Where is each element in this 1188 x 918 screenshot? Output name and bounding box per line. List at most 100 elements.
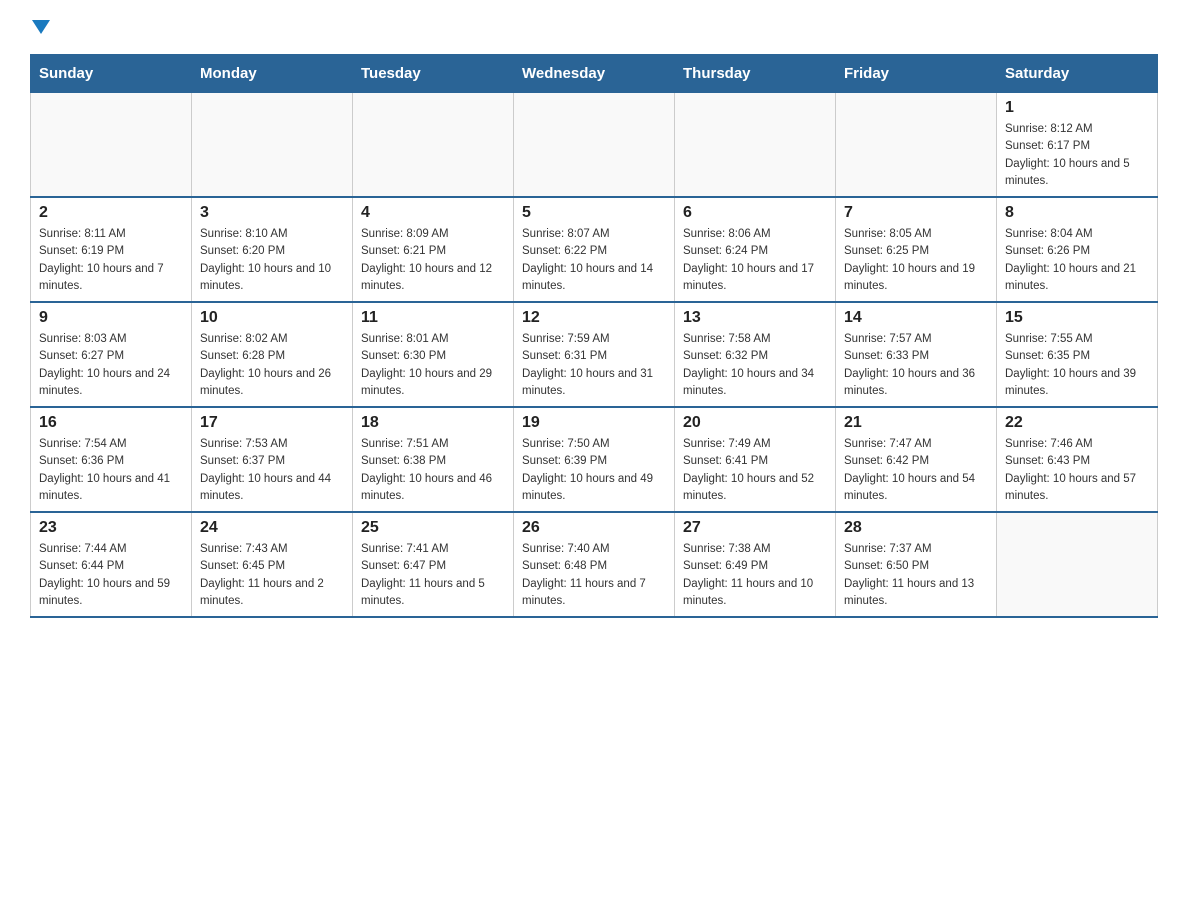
day-cell: 14 Sunrise: 7:57 AM Sunset: 6:33 PM Dayli… <box>836 302 997 407</box>
day-info: Sunrise: 7:49 AM Sunset: 6:41 PM Dayligh… <box>683 436 827 505</box>
day-cell: 22 Sunrise: 7:46 AM Sunset: 6:43 PM Dayli… <box>997 407 1158 512</box>
day-number: 10 <box>200 309 344 327</box>
day-cell: 5 Sunrise: 8:07 AM Sunset: 6:22 PM Daylig… <box>514 197 675 302</box>
day-number: 7 <box>844 204 988 222</box>
weekday-header-tuesday: Tuesday <box>353 55 514 93</box>
day-info: Sunrise: 8:09 AM Sunset: 6:21 PM Dayligh… <box>361 226 505 295</box>
day-cell <box>192 93 353 198</box>
day-number: 17 <box>200 414 344 432</box>
day-info: Sunrise: 8:04 AM Sunset: 6:26 PM Dayligh… <box>1005 226 1149 295</box>
day-number: 15 <box>1005 309 1149 327</box>
weekday-header-wednesday: Wednesday <box>514 55 675 93</box>
day-number: 18 <box>361 414 505 432</box>
day-cell: 19 Sunrise: 7:50 AM Sunset: 6:39 PM Dayli… <box>514 407 675 512</box>
day-info: Sunrise: 7:47 AM Sunset: 6:42 PM Dayligh… <box>844 436 988 505</box>
day-info: Sunrise: 7:40 AM Sunset: 6:48 PM Dayligh… <box>522 541 666 610</box>
day-info: Sunrise: 7:41 AM Sunset: 6:47 PM Dayligh… <box>361 541 505 610</box>
week-row-4: 16 Sunrise: 7:54 AM Sunset: 6:36 PM Dayli… <box>31 407 1158 512</box>
day-number: 16 <box>39 414 183 432</box>
day-cell <box>675 93 836 198</box>
day-info: Sunrise: 7:50 AM Sunset: 6:39 PM Dayligh… <box>522 436 666 505</box>
day-number: 14 <box>844 309 988 327</box>
day-number: 20 <box>683 414 827 432</box>
day-info: Sunrise: 8:06 AM Sunset: 6:24 PM Dayligh… <box>683 226 827 295</box>
day-number: 19 <box>522 414 666 432</box>
day-info: Sunrise: 8:01 AM Sunset: 6:30 PM Dayligh… <box>361 331 505 400</box>
day-info: Sunrise: 7:46 AM Sunset: 6:43 PM Dayligh… <box>1005 436 1149 505</box>
day-number: 4 <box>361 204 505 222</box>
day-number: 27 <box>683 519 827 537</box>
day-info: Sunrise: 7:37 AM Sunset: 6:50 PM Dayligh… <box>844 541 988 610</box>
day-cell <box>997 512 1158 617</box>
day-number: 13 <box>683 309 827 327</box>
day-number: 5 <box>522 204 666 222</box>
day-info: Sunrise: 8:03 AM Sunset: 6:27 PM Dayligh… <box>39 331 183 400</box>
logo-triangle-icon <box>32 20 50 34</box>
day-number: 21 <box>844 414 988 432</box>
day-cell: 3Sunrise: 8:10 AM Sunset: 6:20 PM Daylig… <box>192 197 353 302</box>
day-cell: 4 Sunrise: 8:09 AM Sunset: 6:21 PM Daylig… <box>353 197 514 302</box>
day-cell: 17 Sunrise: 7:53 AM Sunset: 6:37 PM Dayli… <box>192 407 353 512</box>
day-number: 25 <box>361 519 505 537</box>
day-info: Sunrise: 7:53 AM Sunset: 6:37 PM Dayligh… <box>200 436 344 505</box>
day-cell: 21 Sunrise: 7:47 AM Sunset: 6:42 PM Dayli… <box>836 407 997 512</box>
day-number: 26 <box>522 519 666 537</box>
day-cell: 26 Sunrise: 7:40 AM Sunset: 6:48 PM Dayli… <box>514 512 675 617</box>
day-cell: 6 Sunrise: 8:06 AM Sunset: 6:24 PM Daylig… <box>675 197 836 302</box>
day-cell: 27 Sunrise: 7:38 AM Sunset: 6:49 PM Dayli… <box>675 512 836 617</box>
day-info: Sunrise: 8:10 AM Sunset: 6:20 PM Dayligh… <box>200 226 344 295</box>
day-cell: 28 Sunrise: 7:37 AM Sunset: 6:50 PM Dayli… <box>836 512 997 617</box>
day-cell: 23 Sunrise: 7:44 AM Sunset: 6:44 PM Dayli… <box>31 512 192 617</box>
day-info: Sunrise: 8:12 AM Sunset: 6:17 PM Dayligh… <box>1005 121 1149 190</box>
day-cell: 15 Sunrise: 7:55 AM Sunset: 6:35 PM Dayli… <box>997 302 1158 407</box>
day-cell: 18 Sunrise: 7:51 AM Sunset: 6:38 PM Dayli… <box>353 407 514 512</box>
weekday-header-row: SundayMondayTuesdayWednesdayThursdayFrid… <box>31 55 1158 93</box>
day-number: 11 <box>361 309 505 327</box>
day-info: Sunrise: 7:58 AM Sunset: 6:32 PM Dayligh… <box>683 331 827 400</box>
calendar-body: 1 Sunrise: 8:12 AM Sunset: 6:17 PM Daylig… <box>31 93 1158 618</box>
day-cell: 1 Sunrise: 8:12 AM Sunset: 6:17 PM Daylig… <box>997 93 1158 198</box>
day-cell: 11 Sunrise: 8:01 AM Sunset: 6:30 PM Dayli… <box>353 302 514 407</box>
day-cell: 2 Sunrise: 8:11 AM Sunset: 6:19 PM Daylig… <box>31 197 192 302</box>
day-cell: 10Sunrise: 8:02 AM Sunset: 6:28 PM Dayli… <box>192 302 353 407</box>
day-info: Sunrise: 7:57 AM Sunset: 6:33 PM Dayligh… <box>844 331 988 400</box>
day-number: 6 <box>683 204 827 222</box>
day-cell: 7 Sunrise: 8:05 AM Sunset: 6:25 PM Daylig… <box>836 197 997 302</box>
day-number: 8 <box>1005 204 1149 222</box>
day-info: Sunrise: 7:51 AM Sunset: 6:38 PM Dayligh… <box>361 436 505 505</box>
day-info: Sunrise: 7:43 AM Sunset: 6:45 PM Dayligh… <box>200 541 344 610</box>
week-row-2: 2 Sunrise: 8:11 AM Sunset: 6:19 PM Daylig… <box>31 197 1158 302</box>
day-info: Sunrise: 7:44 AM Sunset: 6:44 PM Dayligh… <box>39 541 183 610</box>
day-number: 1 <box>1005 99 1149 117</box>
day-number: 28 <box>844 519 988 537</box>
calendar-header: SundayMondayTuesdayWednesdayThursdayFrid… <box>31 55 1158 93</box>
day-info: Sunrise: 8:07 AM Sunset: 6:22 PM Dayligh… <box>522 226 666 295</box>
day-info: Sunrise: 8:11 AM Sunset: 6:19 PM Dayligh… <box>39 226 183 295</box>
day-cell <box>514 93 675 198</box>
logo <box>30 20 50 34</box>
day-cell: 16 Sunrise: 7:54 AM Sunset: 6:36 PM Dayli… <box>31 407 192 512</box>
page-header <box>30 20 1158 34</box>
day-cell <box>353 93 514 198</box>
day-number: 12 <box>522 309 666 327</box>
day-info: Sunrise: 7:55 AM Sunset: 6:35 PM Dayligh… <box>1005 331 1149 400</box>
week-row-1: 1 Sunrise: 8:12 AM Sunset: 6:17 PM Daylig… <box>31 93 1158 198</box>
weekday-header-monday: Monday <box>192 55 353 93</box>
day-number: 22 <box>1005 414 1149 432</box>
week-row-5: 23 Sunrise: 7:44 AM Sunset: 6:44 PM Dayli… <box>31 512 1158 617</box>
day-cell: 8 Sunrise: 8:04 AM Sunset: 6:26 PM Daylig… <box>997 197 1158 302</box>
day-number: 23 <box>39 519 183 537</box>
day-cell: 25 Sunrise: 7:41 AM Sunset: 6:47 PM Dayli… <box>353 512 514 617</box>
day-info: Sunrise: 7:38 AM Sunset: 6:49 PM Dayligh… <box>683 541 827 610</box>
weekday-header-thursday: Thursday <box>675 55 836 93</box>
day-info: Sunrise: 8:05 AM Sunset: 6:25 PM Dayligh… <box>844 226 988 295</box>
week-row-3: 9 Sunrise: 8:03 AM Sunset: 6:27 PM Daylig… <box>31 302 1158 407</box>
day-number: 24 <box>200 519 344 537</box>
day-info: Sunrise: 7:54 AM Sunset: 6:36 PM Dayligh… <box>39 436 183 505</box>
day-number: 9 <box>39 309 183 327</box>
weekday-header-friday: Friday <box>836 55 997 93</box>
day-number: 2 <box>39 204 183 222</box>
day-cell: 13 Sunrise: 7:58 AM Sunset: 6:32 PM Dayli… <box>675 302 836 407</box>
day-cell: 9 Sunrise: 8:03 AM Sunset: 6:27 PM Daylig… <box>31 302 192 407</box>
weekday-header-sunday: Sunday <box>31 55 192 93</box>
